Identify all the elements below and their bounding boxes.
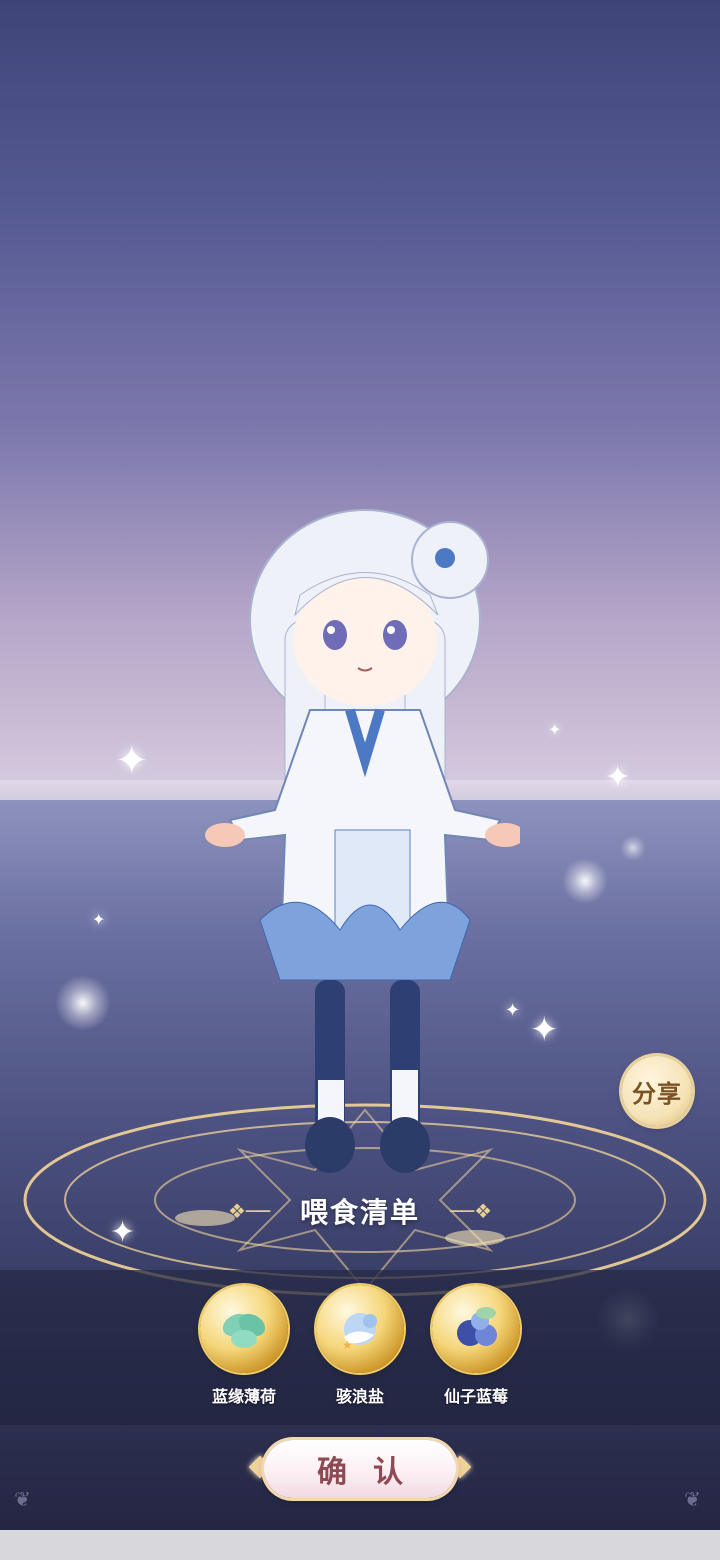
svg-text:★: ★ (342, 1338, 353, 1352)
sparkle-icon: ✦ (605, 760, 631, 795)
feed-item-label: 蓝缘薄荷 (211, 1387, 276, 1406)
confirm-button[interactable]: 确认 (264, 1440, 456, 1498)
sparkle-icon: ✦ (115, 738, 149, 784)
share-label: 分享 (632, 1079, 682, 1108)
share-button[interactable]: 分享 (622, 1056, 692, 1126)
corner-ornament-icon: ❦ (684, 1487, 701, 1511)
corner-ornament-icon: ❦ (14, 1487, 31, 1511)
feed-item[interactable]: 蓝缘薄荷 (194, 1285, 294, 1407)
glow-orb (55, 975, 111, 1031)
confirm-label: 确认 (317, 1455, 429, 1490)
sparkle-icon: ✦ (530, 1010, 559, 1050)
feed-item-label: 骇浪盐 (335, 1387, 384, 1406)
left-ornament-icon: ❖── (227, 1199, 270, 1223)
glow-orb (562, 858, 608, 904)
glow-orb (620, 835, 646, 861)
sparkle-icon: ✦ (92, 910, 106, 929)
mint-leaves-icon (200, 1285, 288, 1373)
bottom-system-bar (0, 1530, 720, 1560)
right-ornament-icon: ──❖ (450, 1199, 493, 1223)
feed-list-title: 喂食清单 (299, 1196, 420, 1229)
feed-item[interactable]: 仙子蓝莓 (426, 1285, 526, 1407)
feed-list-header: ❖── 喂食清单 ──❖ (0, 1180, 720, 1242)
chibi-character (205, 509, 520, 1173)
feed-items-list: 蓝缘薄荷 ★ 骇浪盐 仙子蓝莓 (0, 1285, 720, 1415)
blueberry-icon (432, 1285, 520, 1373)
sparkle-icon: ✦ (548, 720, 562, 739)
feed-item-label: 仙子蓝莓 (443, 1387, 508, 1406)
sea-salt-icon: ★ (316, 1285, 404, 1373)
feed-item[interactable]: ★ 骇浪盐 (310, 1285, 410, 1407)
